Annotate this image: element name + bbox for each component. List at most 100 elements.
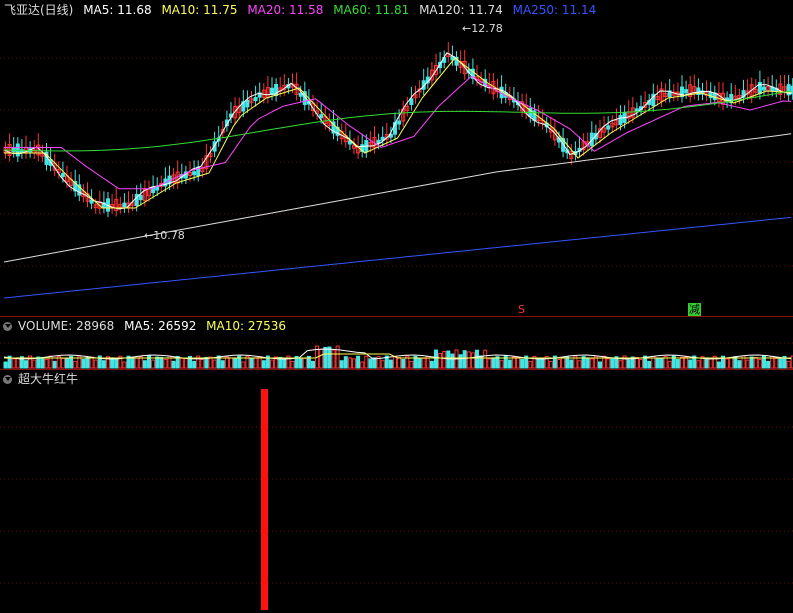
volume-bar: [585, 357, 590, 369]
volume-bar: [675, 359, 680, 369]
volume-bar: [639, 358, 643, 369]
volume-bar: [458, 354, 463, 369]
candle-body: [155, 186, 160, 191]
ma60-label: MA60: 11.81: [333, 3, 410, 17]
volume-bar: [356, 355, 361, 369]
volume-bar: [183, 357, 188, 369]
volume-bar: [233, 358, 238, 369]
volume-bar: [393, 356, 397, 369]
high-price-label: ←12.78: [462, 22, 503, 35]
volume-bar: [15, 357, 20, 369]
volume-bar: [179, 357, 184, 369]
ma10-label: MA10: 11.75: [161, 3, 238, 17]
volume-bar: [766, 360, 771, 369]
volume-bar: [122, 361, 127, 369]
sell-signal-marker: S: [518, 303, 525, 316]
volume-ma10-label: MA10: 27536: [206, 319, 287, 333]
price-pane[interactable]: 飞亚达(日线) MA5: 11.68 MA10: 11.75 MA20: 11.…: [0, 0, 793, 316]
volume-bar: [302, 357, 307, 369]
volume-bar: [347, 357, 352, 369]
volume-bar: [774, 357, 779, 369]
volume-bar: [220, 360, 225, 369]
ma250-line: [3, 216, 792, 299]
volume-bar: [397, 356, 402, 369]
volume-bar: [450, 353, 455, 369]
volume-bar: [598, 361, 602, 369]
volume-bar: [101, 360, 106, 369]
candlestick-chart[interactable]: [0, 0, 793, 316]
volume-bar: [249, 358, 254, 369]
volume-bar: [589, 358, 594, 369]
volume-bar: [626, 359, 631, 369]
indicator-header: 超大牛红牛: [0, 371, 84, 387]
volume-bar: [511, 356, 516, 369]
volume-bar: [536, 357, 541, 369]
volume-bar: [65, 357, 69, 369]
volume-bar: [380, 360, 385, 369]
volume-bar: [3, 361, 8, 369]
volume-bar: [429, 360, 434, 369]
volume-bar: [647, 360, 652, 369]
volume-pane[interactable]: VOLUME: 28968 MA5: 26592 MA10: 27536: [0, 317, 793, 369]
candle-body: [409, 98, 414, 106]
volume-bar: [409, 360, 414, 369]
volume-bar: [52, 360, 57, 369]
candle-body: [319, 114, 324, 119]
volume-bar: [462, 350, 467, 369]
volume-bar: [417, 357, 422, 369]
volume-bar: [372, 357, 377, 369]
volume-bar: [343, 356, 348, 369]
volume-bar: [696, 360, 701, 369]
volume-bar: [327, 346, 332, 369]
candle-body: [618, 114, 623, 126]
volume-bar: [364, 355, 369, 369]
volume-bar: [290, 360, 295, 369]
stock-title: 飞亚达(日线): [4, 3, 74, 17]
volume-ma5-label: MA5: 26592: [124, 319, 197, 333]
volume-bar: [499, 360, 504, 369]
volume-bar: [130, 358, 135, 369]
volume-bar: [434, 349, 438, 369]
volume-header: VOLUME: 28968 MA5: 26592 MA10: 27536: [0, 318, 292, 334]
candle-body: [122, 202, 127, 208]
indicator-pane[interactable]: 超大牛红牛: [0, 370, 793, 613]
volume-bar: [151, 359, 156, 369]
volume-bar: [89, 356, 94, 369]
candle-body: [253, 97, 258, 102]
volume-bar: [241, 361, 246, 369]
volume-bar: [339, 360, 344, 369]
volume-bar: [270, 359, 274, 369]
volume-bar: [786, 360, 791, 369]
volume-bar: [212, 359, 217, 369]
volume-bar: [569, 359, 574, 369]
volume-bar: [200, 358, 205, 369]
indicator-chart[interactable]: [0, 370, 793, 613]
ma5-line: [3, 52, 792, 210]
volume-bar: [134, 357, 139, 369]
volume-bar: [93, 359, 98, 369]
volume-label: VOLUME: 28968: [18, 319, 115, 333]
candle-body: [270, 87, 274, 95]
volume-bar: [557, 359, 561, 369]
volume-bar: [60, 357, 65, 369]
candle-body: [245, 99, 250, 108]
volume-bar: [40, 356, 45, 369]
volume-bar: [192, 360, 197, 369]
volume-bar: [155, 356, 160, 369]
volume-bar: [491, 357, 496, 369]
volume-bar: [577, 360, 582, 369]
volume-bar: [261, 360, 266, 369]
volume-bar: [368, 358, 373, 369]
volume-bar: [360, 361, 365, 369]
volume-bar: [171, 360, 176, 369]
collapse-toggle-icon[interactable]: [3, 375, 12, 384]
collapse-toggle-icon[interactable]: [3, 322, 12, 331]
candle-body: [762, 86, 766, 91]
low-price-label: ←10.78: [144, 229, 185, 242]
volume-bar: [229, 357, 233, 369]
volume-bar: [487, 358, 492, 369]
reduce-signal-marker: 减: [688, 303, 701, 316]
volume-bar: [757, 358, 762, 369]
volume-bar: [716, 361, 721, 369]
volume-bar: [442, 350, 447, 369]
